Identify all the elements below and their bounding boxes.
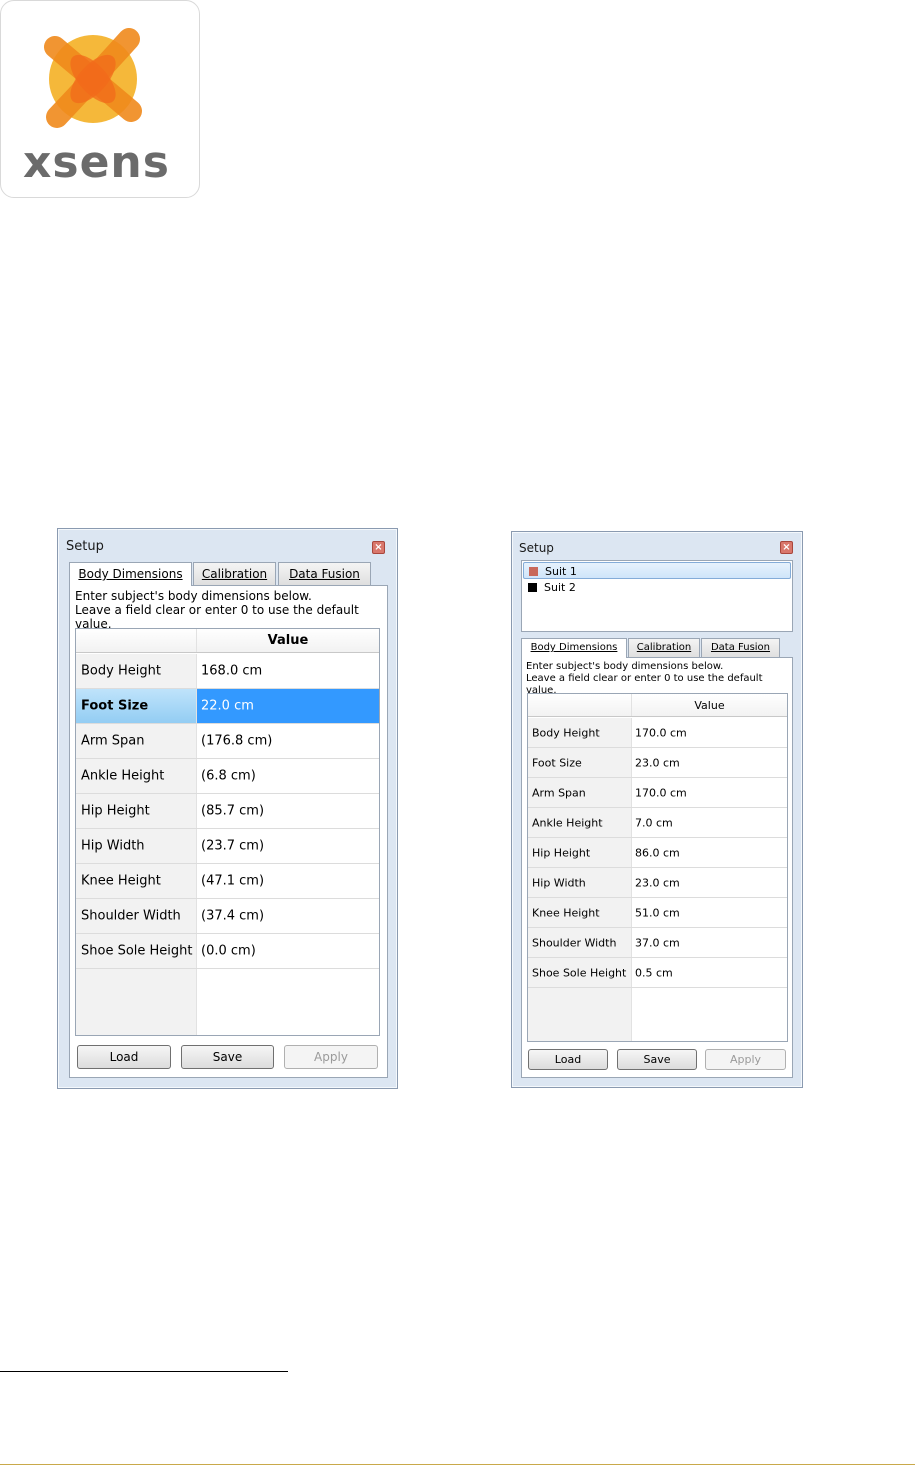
table-row[interactable]: Shoe Sole Height 0.5 cm	[528, 958, 787, 988]
row-label: Body Height	[528, 718, 632, 747]
setup-dialog-single: Setup × Body Dimensions Calibration Data…	[57, 528, 398, 1089]
row-value[interactable]: 0.5 cm	[632, 958, 787, 987]
apply-button[interactable]: Apply	[284, 1045, 378, 1069]
table-row[interactable]: Hip Height 86.0 cm	[528, 838, 787, 868]
row-value[interactable]: 168.0 cm	[197, 654, 379, 688]
close-icon[interactable]: ×	[780, 541, 793, 554]
row-value[interactable]: (47.1 cm)	[197, 864, 379, 898]
help-line-1: Enter subject's body dimensions below.	[526, 661, 724, 672]
row-value[interactable]: 51.0 cm	[632, 898, 787, 927]
row-label: Arm Span	[528, 778, 632, 807]
row-label: Shoulder Width	[76, 899, 197, 933]
row-label: Shoulder Width	[528, 928, 632, 957]
page-footer-rule	[0, 1464, 915, 1465]
value-column-header: Value	[267, 633, 309, 648]
row-value[interactable]: 7.0 cm	[632, 808, 787, 837]
help-text: Enter subject's body dimensions below. L…	[526, 661, 792, 697]
table-row[interactable]: Body Height 168.0 cm	[76, 654, 379, 689]
dialog-title: Setup	[66, 539, 104, 554]
row-value[interactable]: (23.7 cm)	[197, 829, 379, 863]
load-button[interactable]: Load	[528, 1049, 608, 1070]
xsens-logo-mark-icon	[44, 28, 142, 128]
xsens-logo: xsens	[0, 0, 200, 198]
row-value[interactable]: 23.0 cm	[632, 748, 787, 777]
suit-color-swatch	[528, 583, 537, 592]
body-dimensions-panel: Enter subject's body dimensions below. L…	[69, 585, 388, 1078]
row-value[interactable]: (6.8 cm)	[197, 759, 379, 793]
row-value[interactable]: 86.0 cm	[632, 838, 787, 867]
table-row[interactable]: Shoulder Width 37.0 cm	[528, 928, 787, 958]
row-label: Knee Height	[76, 864, 197, 898]
suit-color-swatch	[529, 567, 538, 576]
dimensions-grid: Value Body Height 170.0 cm Foot Size 23.…	[527, 693, 788, 1042]
table-row[interactable]: Knee Height 51.0 cm	[528, 898, 787, 928]
tab-calibration[interactable]: Calibration	[628, 638, 700, 658]
row-label: Shoe Sole Height	[528, 958, 632, 987]
save-button[interactable]: Save	[181, 1045, 274, 1069]
suit-list-item[interactable]: Suit 2	[523, 579, 791, 596]
apply-button[interactable]: Apply	[705, 1049, 786, 1070]
row-value[interactable]: 170.0 cm	[632, 778, 787, 807]
save-button[interactable]: Save	[617, 1049, 697, 1070]
tab-calibration[interactable]: Calibration	[193, 562, 276, 586]
row-label: Arm Span	[76, 724, 197, 758]
help-text: Enter subject's body dimensions below. L…	[75, 589, 387, 631]
dialog-title: Setup	[519, 541, 554, 555]
table-row[interactable]: Hip Height (85.7 cm)	[76, 794, 379, 829]
row-label: Hip Height	[76, 794, 197, 828]
row-value[interactable]: (37.4 cm)	[197, 899, 379, 933]
table-row[interactable]: Ankle Height 7.0 cm	[528, 808, 787, 838]
row-value[interactable]: 22.0 cm	[197, 689, 379, 723]
table-row[interactable]: Hip Width 23.0 cm	[528, 868, 787, 898]
name-column-header	[528, 694, 632, 716]
grid-header: Value	[76, 629, 379, 653]
row-value[interactable]: (176.8 cm)	[197, 724, 379, 758]
row-value[interactable]: (85.7 cm)	[197, 794, 379, 828]
row-value[interactable]: 37.0 cm	[632, 928, 787, 957]
name-column-header	[76, 629, 197, 652]
row-label: Hip Height	[528, 838, 632, 867]
row-label: Foot Size	[76, 689, 197, 723]
grid-empty-area	[528, 988, 632, 1041]
suit-list: Suit 1 Suit 2	[521, 560, 793, 632]
setup-dialog-multi-suit: Setup × Suit 1 Suit 2 Body Dimensions Ca…	[511, 531, 803, 1088]
close-icon[interactable]: ×	[372, 541, 385, 554]
logo-wordmark: xsens	[23, 137, 170, 188]
load-button[interactable]: Load	[77, 1045, 171, 1069]
table-row[interactable]: Arm Span 170.0 cm	[528, 778, 787, 808]
row-label: Shoe Sole Height	[76, 934, 197, 968]
footnote-separator	[0, 1371, 288, 1372]
table-row[interactable]: Knee Height (47.1 cm)	[76, 864, 379, 899]
row-label: Knee Height	[528, 898, 632, 927]
row-label: Ankle Height	[76, 759, 197, 793]
value-column-header: Value	[694, 699, 725, 712]
table-row[interactable]: Foot Size 23.0 cm	[528, 748, 787, 778]
dimensions-grid: Value Body Height 168.0 cm Foot Size 22.…	[75, 628, 380, 1036]
tab-data-fusion[interactable]: Data Fusion	[701, 638, 780, 658]
table-row[interactable]: Hip Width (23.7 cm)	[76, 829, 379, 864]
row-label: Foot Size	[528, 748, 632, 777]
row-value[interactable]: 170.0 cm	[632, 718, 787, 747]
grid-empty-area	[76, 969, 197, 1035]
table-row[interactable]: Shoulder Width (37.4 cm)	[76, 899, 379, 934]
tab-data-fusion[interactable]: Data Fusion	[278, 562, 371, 586]
tab-body-dimensions[interactable]: Body Dimensions	[521, 638, 627, 658]
row-label: Body Height	[76, 654, 197, 688]
row-value[interactable]: (0.0 cm)	[197, 934, 379, 968]
table-row-selected[interactable]: Foot Size 22.0 cm	[76, 689, 379, 724]
table-row[interactable]: Body Height 170.0 cm	[528, 718, 787, 748]
help-line-1: Enter subject's body dimensions below.	[75, 589, 312, 603]
table-row[interactable]: Arm Span (176.8 cm)	[76, 724, 379, 759]
body-dimensions-panel: Enter subject's body dimensions below. L…	[521, 657, 793, 1078]
row-label: Hip Width	[528, 868, 632, 897]
row-label: Ankle Height	[528, 808, 632, 837]
table-row[interactable]: Shoe Sole Height (0.0 cm)	[76, 934, 379, 969]
row-label: Hip Width	[76, 829, 197, 863]
suit-list-item-selected[interactable]: Suit 1	[523, 562, 791, 579]
row-value[interactable]: 23.0 cm	[632, 868, 787, 897]
tab-body-dimensions[interactable]: Body Dimensions	[69, 562, 192, 586]
grid-header: Value	[528, 694, 787, 717]
table-row[interactable]: Ankle Height (6.8 cm)	[76, 759, 379, 794]
help-line-2: Leave a field clear or enter 0 to use th…	[75, 603, 359, 631]
